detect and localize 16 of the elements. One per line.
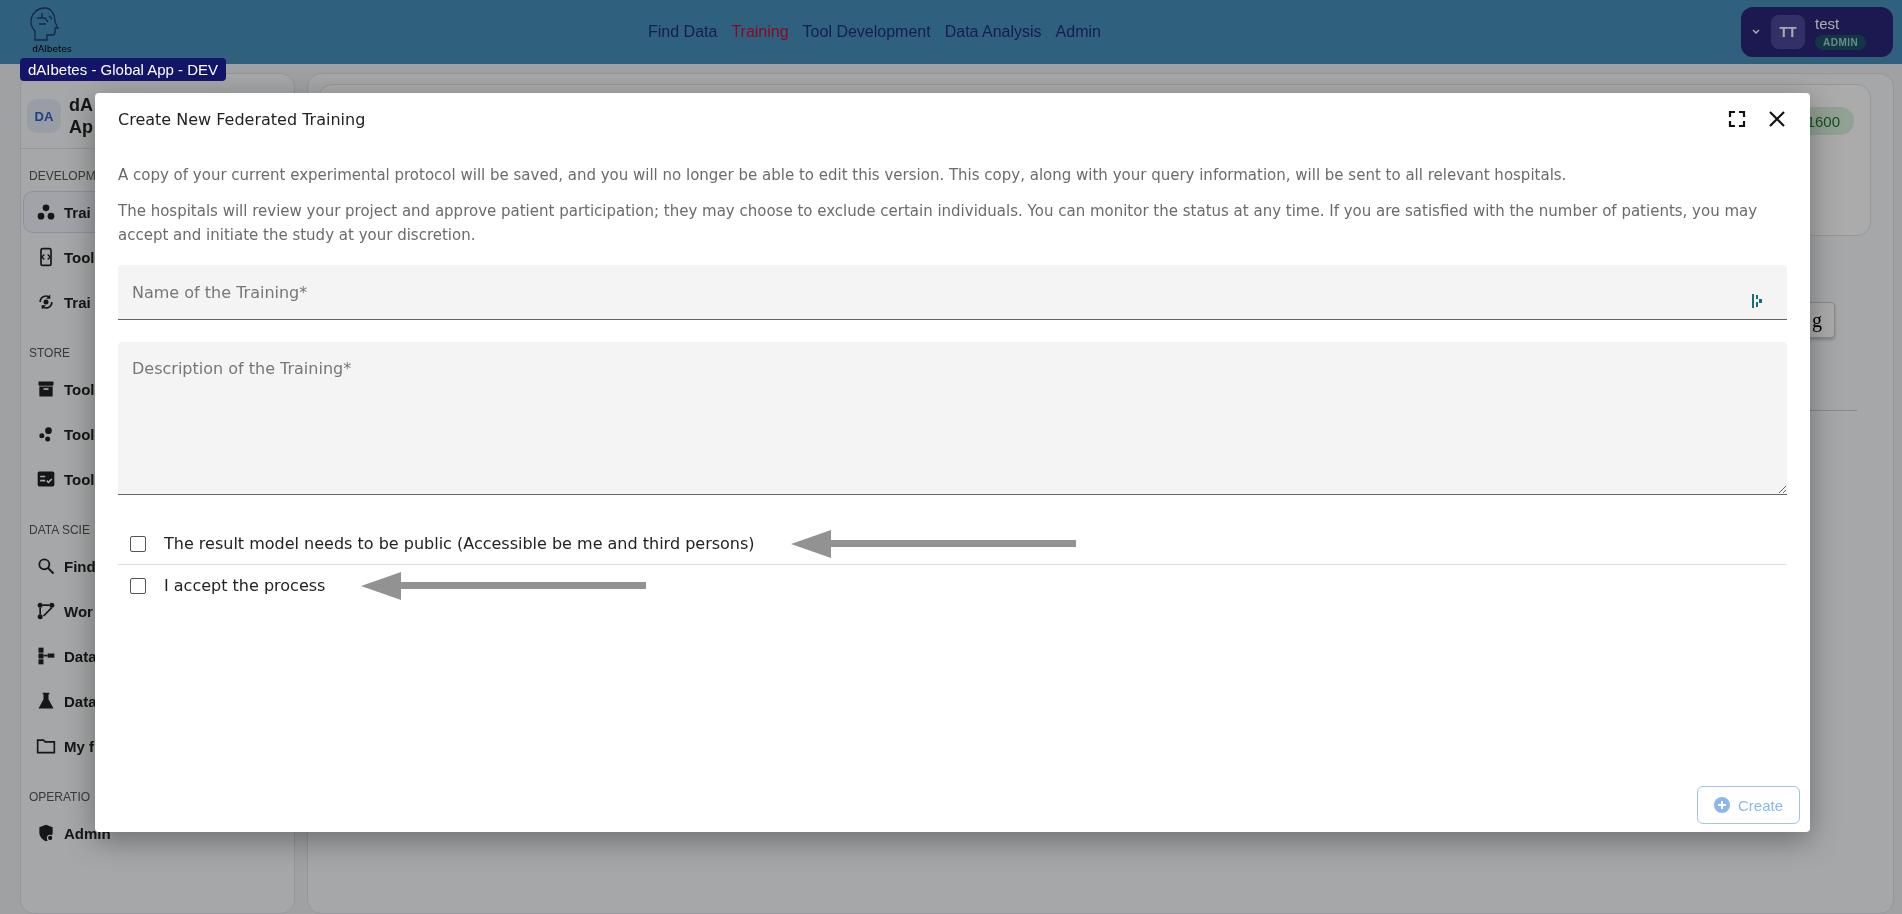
dialog-title: Create New Federated Training (118, 109, 366, 129)
section-title: DATA SCIE (29, 523, 90, 537)
checkbox-label: The result model needs to be public (Accessible be me and third persons) (164, 534, 755, 553)
tooltip: dAIbetes - Global App - DEV (20, 58, 227, 81)
logo-text: dAIbetes (32, 44, 72, 54)
description-text: A copy of your current experimental protocol will be saved, and you will no longer be able to edit this version. This copy, along with your query information, will be sent to all relevant hospitals. (118, 165, 1568, 186)
checkbox-label: I accept the process (164, 576, 326, 595)
section-title: OPERATIO (29, 790, 91, 804)
app-avatar: DA (27, 99, 61, 133)
user-name: test (1815, 14, 1841, 32)
user-avatar: TT (1771, 15, 1805, 49)
app-title: dA Ap (69, 94, 93, 138)
description-text: The hospitals will review your project and approve patient participation; they may choose to exclude certain individuals. You can monitor the status at any time. If you are satisfied with the number of patients, you may accept and initiate the study at your discretion. (118, 201, 1759, 246)
section-title: STORE (29, 346, 71, 360)
role-badge: ADMIN (1815, 34, 1867, 50)
section-title: DEVELOPM (29, 169, 96, 183)
